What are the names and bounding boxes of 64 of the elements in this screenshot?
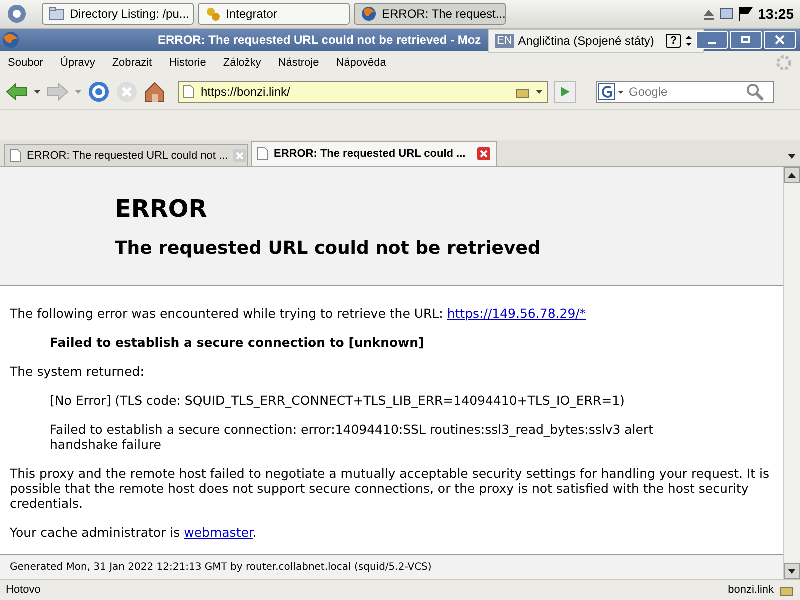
clock: 13:25: [758, 6, 794, 22]
language-code[interactable]: EN: [495, 34, 514, 48]
taskbar-button[interactable]: Integrator: [198, 3, 350, 25]
help-button[interactable]: ?: [666, 34, 682, 48]
error-subheading: The requested URL could not be retrieved: [115, 238, 542, 259]
page-footer: Generated Mon, 31 Jan 2022 12:21:13 GMT by router.collabnet.local (squid/5.2-VCS): [0, 554, 783, 579]
error-detail: Failed to establish a secure connection: error:14094410:SSL routines:ssl3_read_bytes:sslv3 alert handshake failure: [50, 422, 655, 452]
url-link[interactable]: https://149.56.78.29/*: [447, 306, 586, 322]
maximize-button[interactable]: [730, 31, 762, 49]
menu-item[interactable]: Úpravy: [60, 57, 96, 69]
error-heading: ERROR: [115, 195, 208, 223]
tab-list-icon: [788, 154, 796, 159]
page-icon: [10, 148, 22, 162]
flag-icon: [738, 6, 754, 22]
intro-text: The following error was encountered while trying to retrieve the URL: https://149.56.78.29/*: [10, 306, 588, 322]
back-icon: [6, 82, 28, 102]
browser-tab[interactable]: ERROR: The requested URL could not ...: [4, 144, 248, 166]
address-field[interactable]: https://bonzi.link/: [201, 85, 510, 99]
close-tab-icon: [233, 148, 248, 162]
globe-icon: [361, 6, 377, 22]
close-icon: [775, 35, 785, 45]
window-title: ERROR: The requested URL could not be retrieved - Moz: [158, 33, 482, 47]
home-icon: [144, 81, 166, 103]
close-tab-icon: [477, 147, 491, 161]
system-returned-text: The system returned:: [10, 364, 146, 380]
taskbar-button[interactable]: Directory Listing: /pu...: [42, 3, 194, 25]
failure-text: Failed to establish a secure connection to [unknown]: [50, 335, 426, 350]
explanation-text: This proxy and the remote host failed to negotiate a mutually acceptable security settings for handling your request. It is possible that the remote host does not support secure connections, or the proxy is not satisfied with the host security credentials.: [10, 466, 771, 512]
search-engine-icon: [597, 83, 625, 101]
taskbar-button[interactable]: ERROR: The request...: [354, 3, 506, 25]
status-text: Hotovo: [6, 584, 41, 596]
menu-item[interactable]: Zobrazit: [112, 57, 152, 69]
dropdown-icon: [34, 90, 41, 94]
scroll-down-icon: [788, 568, 796, 574]
forward-icon: [47, 82, 69, 102]
stop-icon: [116, 81, 138, 103]
throbber-icon: [776, 55, 792, 71]
error-detail: [No Error] (TLS code: SQUID_TLS_ERR_CONNECT+TLS_LIB_ERR=14094410+TLS_IO_ERR=1): [50, 393, 626, 408]
language-name[interactable]: Angličtina (Spojené státy): [518, 34, 654, 48]
menu-item[interactable]: Historie: [169, 57, 206, 69]
menu-item[interactable]: Nástroje: [278, 57, 320, 69]
browser-tab[interactable]: ERROR: The requested URL could ...: [251, 141, 497, 166]
dropdown-icon: [536, 90, 543, 94]
page-icon: [257, 147, 269, 161]
dropdown-icon: [75, 90, 82, 94]
menu-item[interactable]: Záložky: [223, 57, 262, 69]
webmaster-link[interactable]: webmaster: [184, 525, 253, 540]
status-host: bonzi.link: [728, 584, 774, 596]
maximize-icon: [741, 36, 751, 44]
menu-item[interactable]: Nápověda: [336, 57, 386, 69]
minimize-button[interactable]: [696, 31, 728, 49]
go-icon: [559, 86, 571, 98]
address-bar[interactable]: https://bonzi.link/: [178, 81, 548, 103]
options-arrows-icon: [685, 34, 694, 48]
page-icon: [183, 85, 195, 99]
go-button[interactable]: [554, 81, 576, 103]
search-bar[interactable]: Google: [596, 81, 774, 103]
admin-text: Your cache administrator is webmaster.: [10, 525, 258, 540]
search-icon: [744, 82, 766, 102]
scrollbar[interactable]: [783, 167, 800, 579]
menu-item[interactable]: Soubor: [8, 57, 44, 69]
folder-icon: [49, 6, 65, 22]
scroll-up-icon: [788, 172, 796, 178]
close-button[interactable]: [764, 31, 796, 49]
